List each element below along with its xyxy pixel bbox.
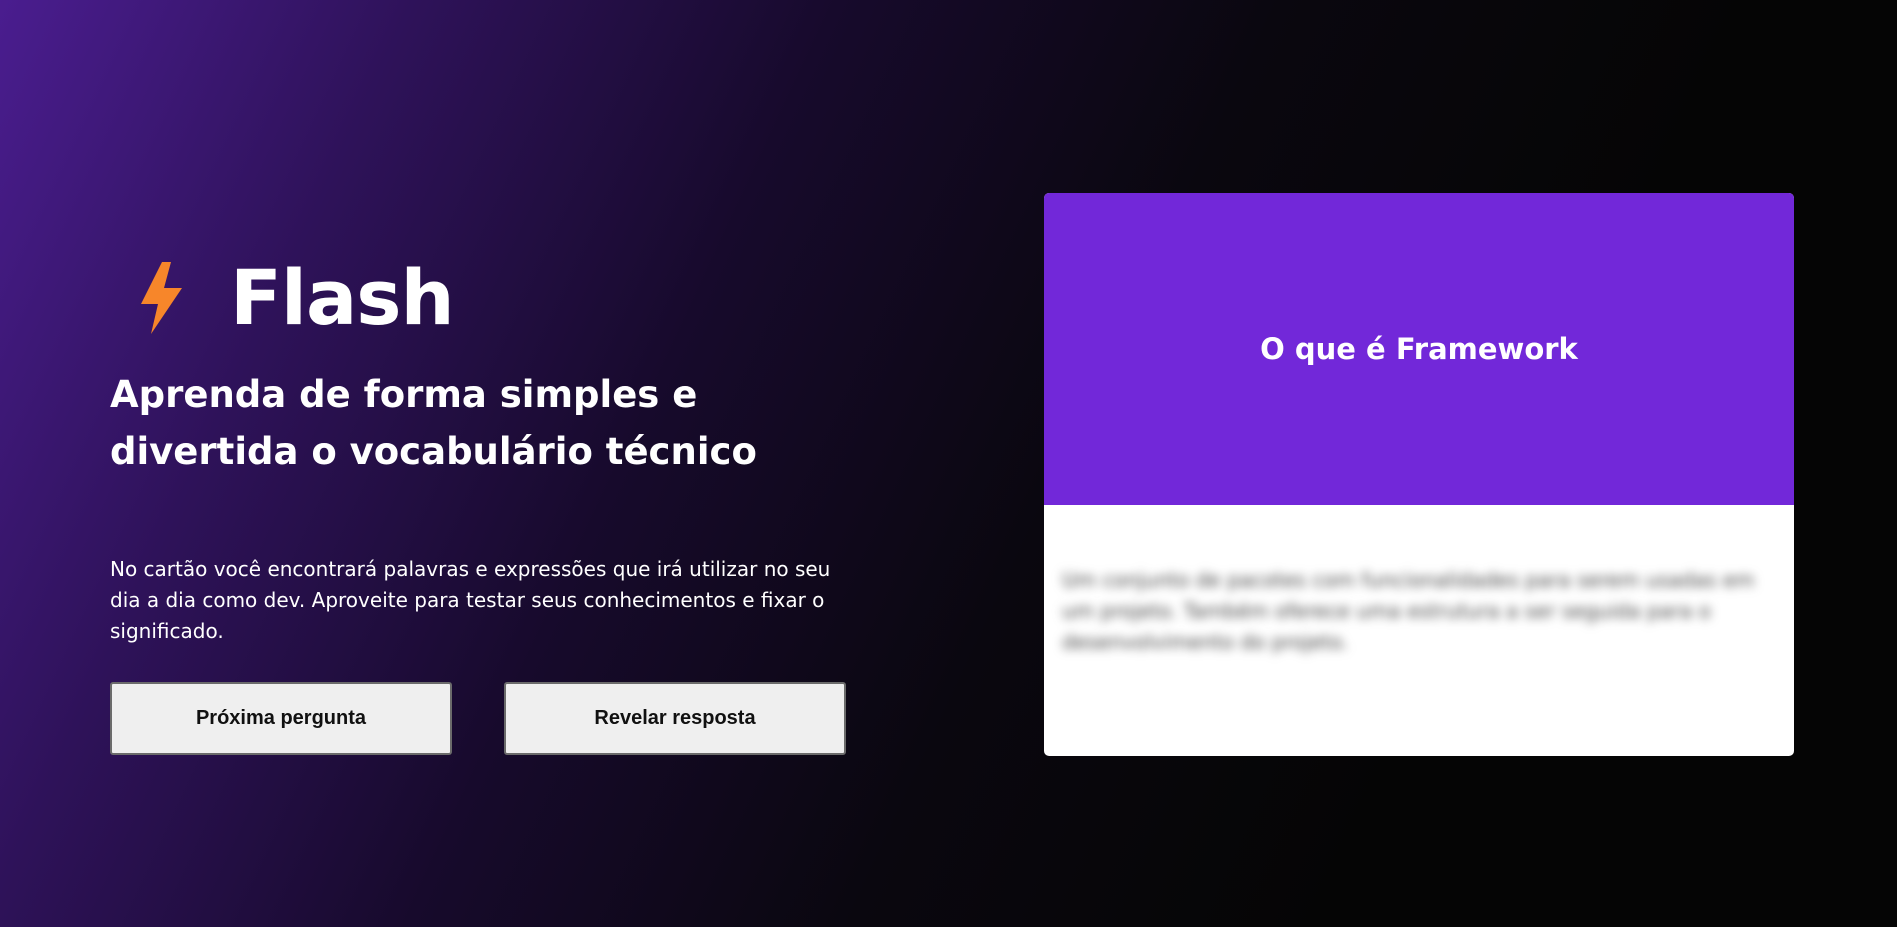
headline: Aprenda de forma simples e divertida o v…	[110, 373, 757, 473]
flashcard: O que é Framework Um conjunto de pacotes…	[1044, 193, 1794, 756]
lightning-bolt-icon	[136, 260, 186, 336]
flashcard-answer: Um conjunto de pacotes com funcionalidad…	[1062, 568, 1755, 654]
flashcard-question: O que é Framework	[1260, 332, 1578, 366]
reveal-answer-button[interactable]: Revelar resposta	[504, 682, 846, 755]
action-buttons: Próxima pergunta Revelar resposta	[110, 682, 846, 755]
description: No cartão você encontrará palavras e exp…	[110, 557, 831, 643]
next-question-button[interactable]: Próxima pergunta	[110, 682, 452, 755]
flashcard-question-panel: O que é Framework	[1044, 193, 1794, 505]
flashcard-answer-panel: Um conjunto de pacotes com funcionalidad…	[1044, 505, 1794, 658]
hero-section: Flash Aprenda de forma simples e diverti…	[110, 258, 850, 755]
brand: Flash	[110, 258, 850, 338]
brand-name: Flash	[230, 253, 455, 342]
